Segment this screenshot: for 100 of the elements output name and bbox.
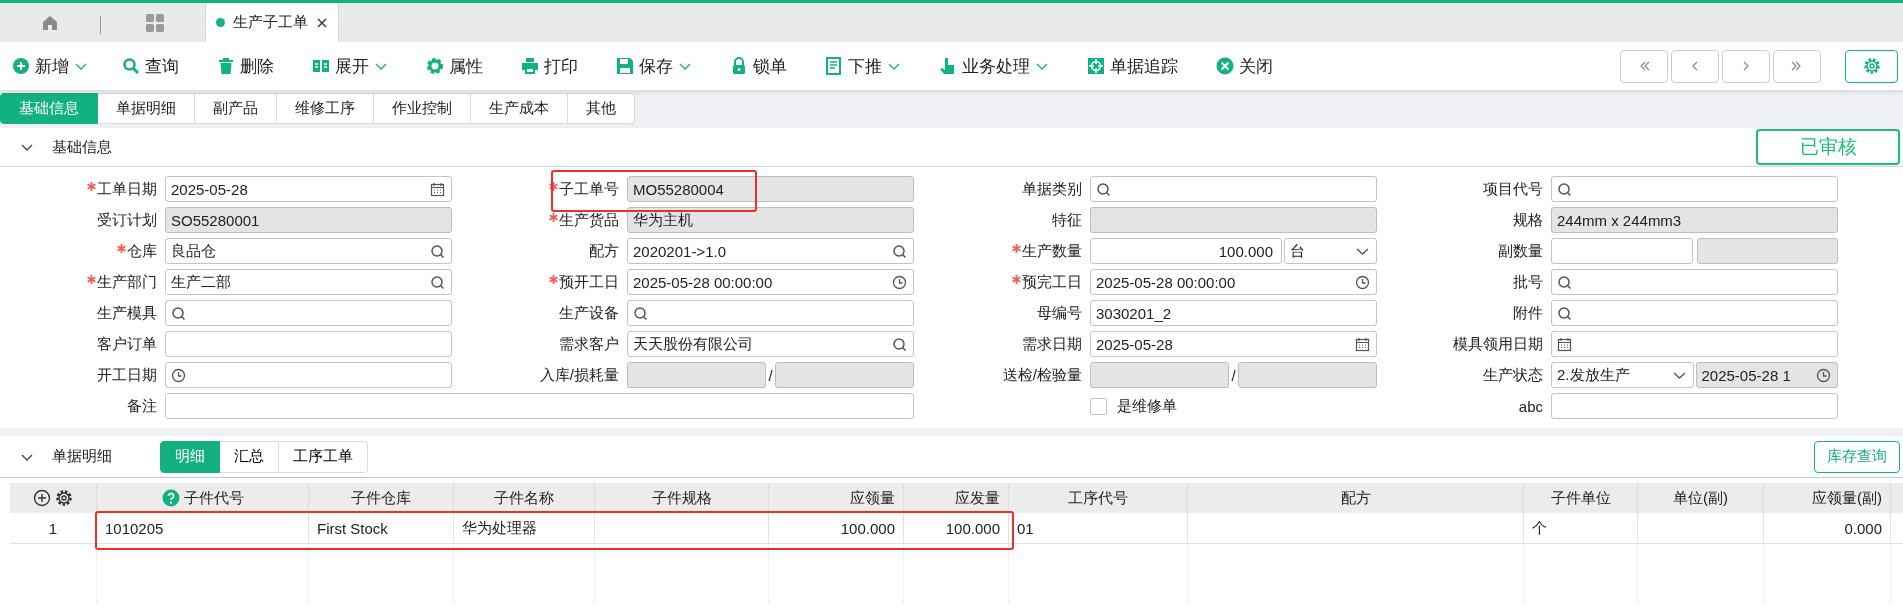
lookup-field[interactable]: 生产二部 xyxy=(165,269,452,295)
crosshair-icon xyxy=(1087,57,1105,75)
date-field[interactable]: 2025-05-28 xyxy=(165,176,452,202)
column-header[interactable]: 单位(副) xyxy=(1637,483,1764,513)
settings-icon xyxy=(1862,57,1881,75)
field-label: 生产部门 xyxy=(97,272,157,292)
first-page-button[interactable] xyxy=(1620,49,1668,83)
lookup-field[interactable]: 天天股份有限公司 xyxy=(627,331,914,357)
field-label: 子工单号 xyxy=(559,179,619,199)
settings-icon[interactable] xyxy=(55,489,73,507)
section-tab[interactable]: 生产成本 xyxy=(471,93,568,124)
toolbar-button[interactable]: 锁单 xyxy=(730,54,787,78)
document-icon xyxy=(825,57,843,75)
grid-icon xyxy=(145,12,165,33)
trash-icon xyxy=(217,57,235,75)
status-dropdown[interactable]: 2.发放生产 xyxy=(1551,362,1694,388)
detail-tab[interactable]: 汇总 xyxy=(220,440,279,473)
column-header[interactable]: 应领量 xyxy=(768,483,904,513)
lookup-field[interactable] xyxy=(1551,300,1838,326)
datetime-field: 2025-05-28 1 xyxy=(1695,362,1838,388)
date-field[interactable] xyxy=(1551,331,1838,357)
field-label: 单据类别 xyxy=(1022,179,1082,199)
field-label: 需求客户 xyxy=(559,334,619,354)
page-tab[interactable]: 生产子工单 xyxy=(205,3,339,42)
column-header[interactable]: 应领量(副) xyxy=(1763,483,1891,513)
last-page-button[interactable] xyxy=(1773,49,1821,83)
lookup-field[interactable]: 2020201->1.0 xyxy=(627,238,914,264)
column-header[interactable]: 子件规格 xyxy=(594,483,769,513)
datetime-field[interactable]: 2025-05-28 00:00:00 xyxy=(627,269,914,295)
lookup-field[interactable] xyxy=(1551,176,1838,202)
toolbar-button[interactable]: 关闭 xyxy=(1216,54,1273,78)
search-icon xyxy=(892,336,907,352)
checkbox[interactable] xyxy=(1090,397,1107,415)
toolbar-button[interactable]: 查询 xyxy=(122,54,179,78)
text-field[interactable] xyxy=(165,393,914,419)
datetime-field[interactable] xyxy=(165,362,452,388)
search-icon xyxy=(633,305,648,321)
table-cell: 0.000 xyxy=(1763,513,1891,544)
status-dot-icon xyxy=(216,18,225,27)
close-icon[interactable] xyxy=(316,16,328,29)
pointing-hand-icon xyxy=(939,57,957,75)
add-row-icon[interactable] xyxy=(33,489,51,507)
section-tab[interactable]: 副产品 xyxy=(195,93,277,124)
field-label: 批号 xyxy=(1513,272,1543,292)
clock-icon xyxy=(1816,367,1831,383)
section-title: 单据明细 xyxy=(52,447,112,466)
date-field[interactable]: 2025-05-28 xyxy=(1090,331,1377,357)
number-field[interactable] xyxy=(1551,238,1693,264)
text-field[interactable] xyxy=(165,331,452,357)
toolbar-button[interactable]: 下推 xyxy=(825,54,901,78)
detail-tab[interactable]: 工序工单 xyxy=(279,440,368,473)
datetime-field[interactable]: 2025-05-28 00:00:00 xyxy=(1090,269,1377,295)
column-header[interactable]: 子件仓库 xyxy=(308,483,454,513)
section-tab[interactable]: 作业控制 xyxy=(374,93,471,124)
toolbar-button[interactable]: 保存 xyxy=(616,54,692,78)
toolbar-button[interactable]: 删除 xyxy=(217,54,274,78)
text-field[interactable]: 3030201_2 xyxy=(1090,300,1377,326)
section-tab[interactable]: 单据明细 xyxy=(98,93,195,124)
section-tab[interactable]: 维修工序 xyxy=(277,93,374,124)
previous-button[interactable] xyxy=(1671,49,1719,83)
search-icon xyxy=(1096,181,1111,197)
text-field[interactable] xyxy=(1551,393,1838,419)
column-header[interactable]: 配方 xyxy=(1187,483,1524,513)
search-icon xyxy=(430,243,445,259)
lookup-field[interactable] xyxy=(165,300,452,326)
toolbar-button[interactable]: 打印 xyxy=(521,54,578,78)
column-header[interactable]: 工序代号 xyxy=(1008,483,1188,513)
lookup-field[interactable]: 良品仓 xyxy=(165,238,452,264)
toolbar-button[interactable]: 业务处理 xyxy=(939,54,1049,78)
lookup-field[interactable] xyxy=(1090,176,1377,202)
field-label: 生产货品 xyxy=(559,210,619,230)
table-cell: 个 xyxy=(1523,513,1638,544)
close-icon xyxy=(1216,57,1234,75)
toolbar-button[interactable]: 展开 xyxy=(312,54,388,78)
field-label: 副数量 xyxy=(1498,241,1543,261)
field-label: 生产状态 xyxy=(1483,365,1543,385)
column-header[interactable]: 应发量 xyxy=(903,483,1009,513)
field-label: 客户订单 xyxy=(97,334,157,354)
clock-icon xyxy=(892,274,907,290)
field-label: 模具领用日期 xyxy=(1453,334,1543,354)
number-field[interactable]: 100.000 xyxy=(1090,238,1282,264)
field-label: 生产设备 xyxy=(559,303,619,323)
toolbar-button[interactable]: 新增 xyxy=(12,54,88,78)
lookup-field[interactable] xyxy=(627,300,914,326)
toolbar-button[interactable]: 属性 xyxy=(426,54,483,78)
field-label: 预完工日 xyxy=(1022,272,1082,292)
plus-circle-icon xyxy=(12,57,30,75)
next-button[interactable] xyxy=(1722,49,1770,83)
field-label: 预开工日 xyxy=(559,272,619,292)
field-label: 送检/检验量 xyxy=(1002,365,1082,385)
column-header[interactable]: 子件单位 xyxy=(1523,483,1638,513)
search-icon xyxy=(122,57,140,75)
field-label: 仓库 xyxy=(127,241,157,261)
lookup-field[interactable] xyxy=(1551,269,1838,295)
toolbar-button[interactable]: 单据追踪 xyxy=(1087,54,1178,78)
settings-button[interactable] xyxy=(1845,49,1898,83)
unit-dropdown[interactable]: 台 xyxy=(1284,238,1377,264)
column-header[interactable]: 子件代号 xyxy=(96,483,309,513)
section-tab[interactable]: 其他 xyxy=(568,93,635,124)
column-header[interactable]: 子件名称 xyxy=(453,483,595,513)
